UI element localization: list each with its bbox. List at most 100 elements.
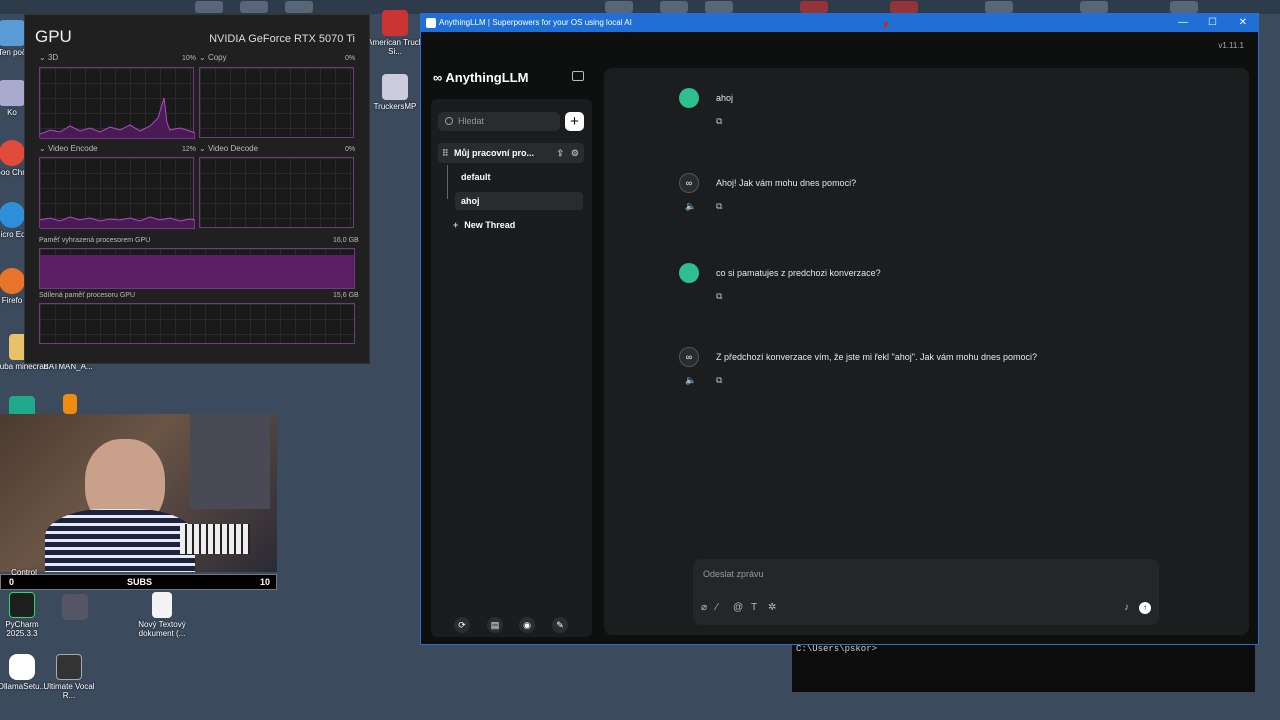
message-text: Z předchozí konverzace vím, že jste mi ř… [716,352,1038,362]
desktop-icon[interactable] [800,1,828,13]
wrench-icon[interactable]: ✎ [552,617,568,633]
new-thread-label: New Thread [464,220,516,230]
tools-icon[interactable]: ✲ [768,602,776,613]
brand-name: AnythingLLM [445,70,529,85]
discord-icon[interactable]: ◉ [519,617,535,633]
graph-video-decode [199,157,354,228]
message-text: co si pamatujes z predchozi konverzace? [716,268,881,278]
copy-icon[interactable]: ⧉ [716,375,722,386]
desktop-icon[interactable] [1170,1,1198,13]
thread-item-ahoj[interactable]: ahoj [455,192,583,210]
copy-icon[interactable]: ⧉ [716,291,722,302]
new-workspace-button[interactable]: + [565,112,584,131]
graph-label-video-decode: ⌄ Video Decode [199,144,259,153]
send-button[interactable]: ↑ [1139,602,1151,614]
desktop-icon[interactable] [660,1,688,13]
workspace-name: Můj pracovní pro... [454,148,535,158]
desktop-shortcut-label: Firefo [1,296,23,305]
graph-label-copy: ⌄ Copy [199,53,227,62]
graph-name: 3D [47,53,59,62]
message-text: Ahoj! Jak vám mohu dnes pomoci? [716,178,857,188]
desktop-icon[interactable] [1080,1,1108,13]
desktop-shortcut[interactable]: TruckersMP [365,74,425,111]
sidebar-toggle-icon[interactable] [572,71,584,81]
desktop-shortcut-label: American Truck Si... [367,38,423,56]
drag-handle-icon[interactable]: ⠿ [442,143,449,163]
close-button[interactable]: ✕ [1239,14,1247,32]
thread-label: default [461,172,491,182]
desktop-icon[interactable] [240,1,268,13]
graph-name: Video Encode [47,144,98,153]
at-mention-icon[interactable]: @ [733,602,743,613]
graph-percent: 0% [345,55,356,62]
search-placeholder: Hledat [458,116,485,126]
desktop-shortcut[interactable] [45,594,105,622]
desktop-icon[interactable] [705,1,733,13]
speaker-icon[interactable]: 🔈 [685,201,696,212]
dedicated-memory-label: Paměť vyhrazená procesorem GPU [39,237,151,244]
copy-icon[interactable]: ⧉ [716,116,722,127]
graph-3d-line [40,97,195,139]
slash-command-icon[interactable]: ⁄ [716,602,718,613]
message-composer[interactable]: Odeslat zprávu ⌀ ⁄ @ T ✲ ♪ ↑ [693,559,1159,625]
anythingllm-window: AnythingLLM | Superpowers for your OS us… [420,13,1259,645]
search-icon [445,117,453,125]
graph-label-video-encode: ⌄ Video Encode [39,144,98,153]
composer-input[interactable]: Odeslat zprávu [703,569,764,579]
terminal-prompt: C:\Users\pskor> [796,644,878,654]
shared-memory-value: 15,6 GB [333,292,359,299]
copy-icon[interactable]: ⧉ [716,201,722,212]
upload-icon[interactable]: ⇪ [556,143,564,163]
agent-icon[interactable]: ⟳ [454,617,470,633]
chat-main: ahoj ⧉ ∞ Ahoj! Jak vám mohu dnes pomoci?… [604,68,1249,635]
webcam-shirt [45,509,195,572]
text-size-icon[interactable]: T [751,602,757,613]
desktop-top-strip [0,0,1280,14]
desktop-icon[interactable] [605,1,633,13]
desktop-shortcut[interactable] [40,394,100,416]
docs-book-icon[interactable]: ▤ [487,617,503,633]
sidebar: Hledat + ⠿ Můj pracovní pro... ⇪ ⚙ defau… [431,99,592,637]
shared-memory-label: Sdílená paměť procesoru GPU [39,292,136,299]
desktop-icon[interactable] [285,1,313,13]
maximize-button[interactable]: ☐ [1208,14,1217,32]
speaker-icon[interactable]: 🔈 [685,375,696,386]
window-title-bar[interactable]: AnythingLLM | Superpowers for your OS us… [421,14,1258,32]
desktop-shortcut-label: Ultimate Vocal R... [43,682,95,700]
attach-icon[interactable]: ⌀ [701,602,707,613]
desktop-icon[interactable] [985,1,1013,13]
new-thread-button[interactable]: + New Thread [453,220,515,230]
graph-label-3d: ⌄ 3D [39,53,59,62]
app-logo-icon [426,18,436,28]
subs-left: 0 [9,577,15,587]
graph-dedicated-memory [39,248,355,289]
gear-icon[interactable]: ⚙ [571,143,579,163]
desktop-shortcut[interactable]: Control [0,568,54,577]
assistant-avatar-icon: ∞ [679,347,699,367]
graph-percent: 10% [182,55,197,62]
desktop-icon[interactable] [195,1,223,13]
user-avatar [679,88,699,108]
brand-logo: ∞ AnythingLLM [433,70,529,85]
desktop-shortcut[interactable]: American Truck Si... [365,10,425,56]
assistant-avatar-icon: ∞ [679,173,699,193]
thread-item-default[interactable]: default [455,168,583,186]
subs-label: SUBS [127,577,153,587]
thread-tree-line [447,165,448,199]
graph-copy [199,67,354,138]
search-input[interactable]: Hledat [438,112,560,131]
minimize-button[interactable]: — [1178,14,1188,32]
desktop-shortcut-label: Nový Textový dokument (... [138,620,186,638]
terminal-window[interactable]: C:\Users\pskor> [792,640,1255,692]
graph-video-encode [39,157,195,229]
graph-name: Copy [207,53,227,62]
desktop-shortcut[interactable]: Ultimate Vocal R... [39,654,99,700]
plus-icon: + [453,220,459,230]
thread-label: ahoj [461,196,480,206]
desktop-icon[interactable] [890,1,918,13]
gpu-monitor-widget: GPU NVIDIA GeForce RTX 5070 Ti ⌄ 3D 10% … [24,14,370,364]
desktop-shortcut[interactable]: Nový Textový dokument (... [132,592,192,638]
dedicated-memory-value: 16,0 GB [333,237,359,244]
microphone-icon[interactable]: ♪ [1124,602,1129,613]
workspace-item[interactable]: ⠿ Můj pracovní pro... ⇪ ⚙ [438,143,584,163]
